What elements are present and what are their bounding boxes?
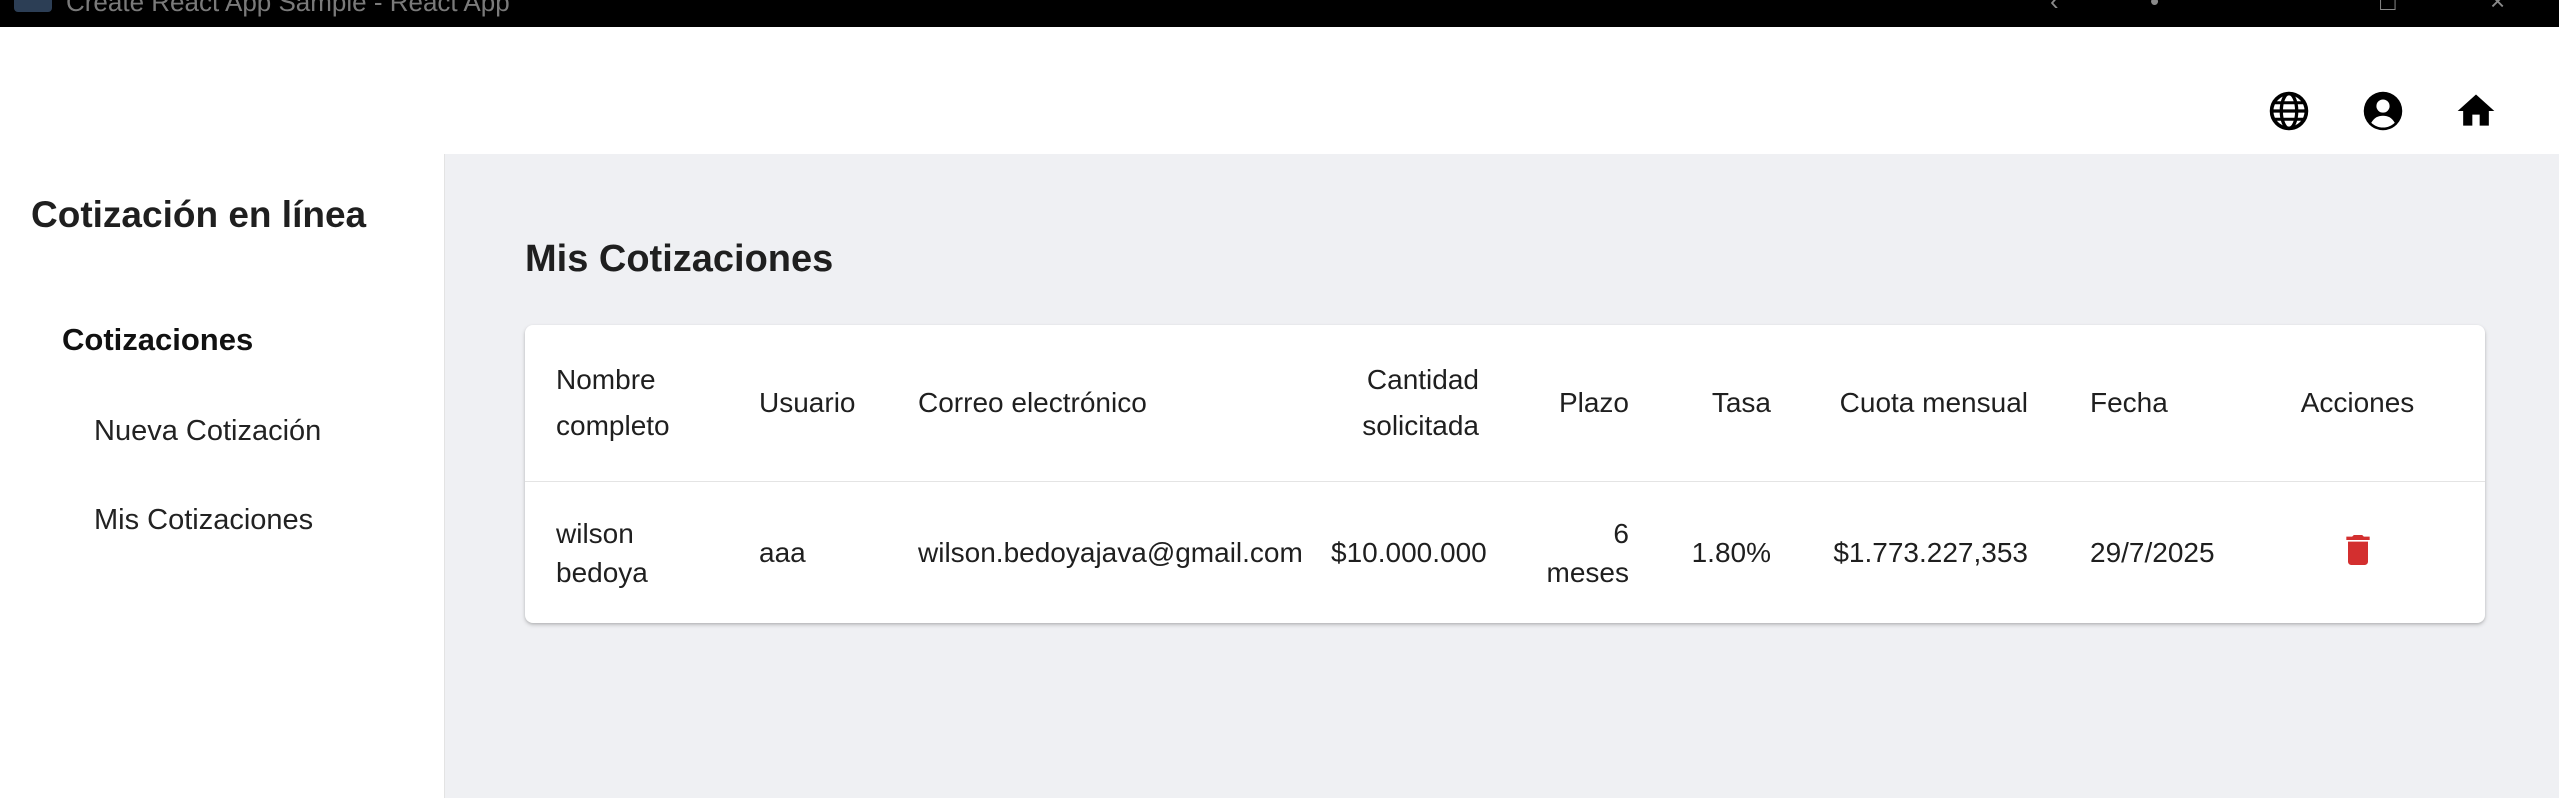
cell-fecha: 29/7/2025 (2090, 537, 2215, 568)
sidebar: Cotización en línea Cotizaciones Nueva C… (0, 154, 445, 798)
header-usuario: Usuario (759, 387, 856, 418)
header-correo: Correo electrónico (918, 387, 1147, 418)
quotes-table: Nombre completo Usuario Correo electróni… (525, 325, 2485, 623)
sidebar-item-mis-cotizaciones[interactable]: Mis Cotizaciones (94, 504, 313, 537)
close-icon[interactable]: × (2490, 0, 2505, 17)
page-title: Mis Cotizaciones (525, 238, 834, 280)
delete-button[interactable] (2334, 526, 2382, 574)
cell-usuario: aaa (759, 537, 806, 568)
cell-correo: wilson.bedoyajava@gmail.com (918, 537, 1303, 568)
back-icon[interactable]: ‹ (2050, 0, 2059, 17)
app-icon (14, 0, 52, 12)
quotes-table-card: Nombre completo Usuario Correo electróni… (525, 325, 2485, 623)
language-button[interactable] (2265, 87, 2313, 135)
window-titlebar: Create React App Sample - React App ‹ • … (0, 0, 2559, 27)
header-plazo: Plazo (1558, 387, 1629, 418)
home-button[interactable] (2452, 87, 2500, 135)
cell-acciones (2230, 482, 2485, 624)
table-row: wilson bedoya aaa wilson.bedoyajava@gmai… (525, 482, 2485, 624)
table-header-row: Nombre completo Usuario Correo electróni… (525, 325, 2485, 482)
app-title: Cotización en línea (31, 194, 367, 235)
maximize-icon[interactable]: □ (2380, 0, 2396, 17)
sidebar-item-nueva-cotizacion[interactable]: Nueva Cotización (94, 415, 321, 448)
main-content: Mis Cotizaciones Nombre completo Usuario… (445, 154, 2559, 798)
account-circle-icon (2363, 91, 2403, 131)
header-tasa: Tasa (1711, 387, 1771, 418)
sidebar-section-cotizaciones[interactable]: Cotizaciones (62, 322, 253, 358)
home-icon (2457, 94, 2495, 126)
app-header (0, 27, 2559, 154)
header-nombre: Nombre completo (556, 364, 670, 441)
header-acciones: Acciones (2300, 387, 2415, 418)
header-cantidad: Cantidad solicitada (1362, 364, 1479, 441)
header-fecha: Fecha (2090, 387, 2168, 418)
cell-tasa: 1.80% (1691, 537, 1771, 568)
cell-plazo: 6 meses (1546, 517, 1629, 588)
dot-icon: • (2150, 0, 2160, 16)
cell-cuota: $1.773.227,353 (1833, 537, 2028, 568)
cell-nombre: wilson bedoya (556, 517, 648, 588)
delete-icon (2345, 534, 2370, 565)
globe-icon (2269, 91, 2309, 131)
window-title: Create React App Sample - React App (66, 0, 510, 17)
cell-cantidad: $10.000.000 (1331, 537, 1487, 568)
account-button[interactable] (2359, 87, 2407, 135)
header-cuota: Cuota mensual (1839, 387, 2028, 418)
